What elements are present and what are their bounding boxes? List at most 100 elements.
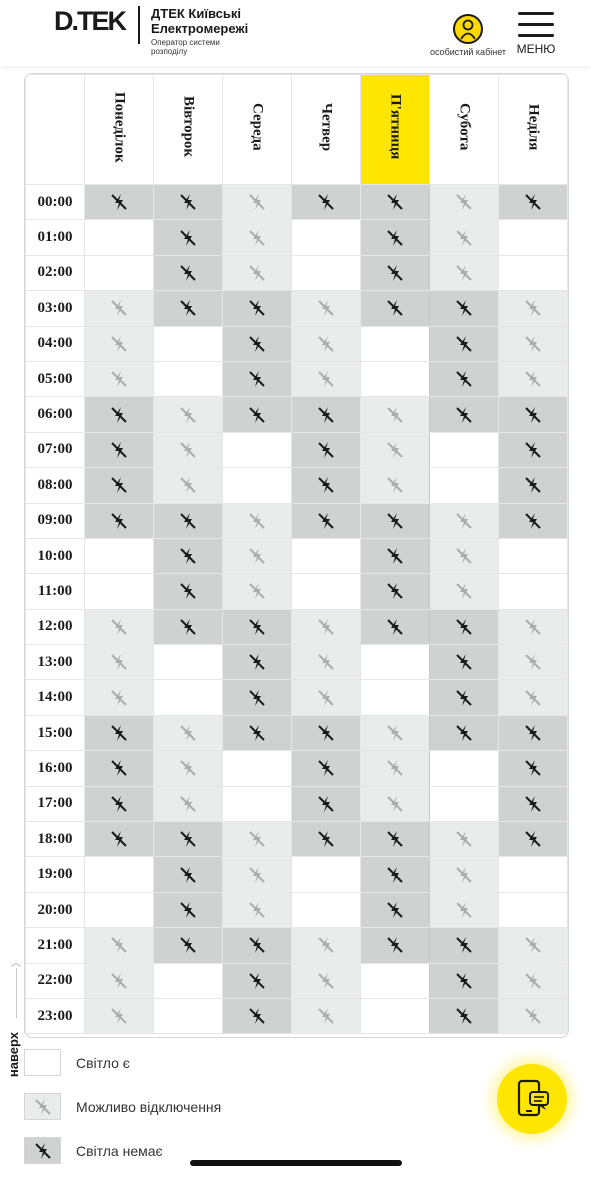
possible-outage-icon [249, 866, 265, 883]
possible-outage-icon [456, 512, 472, 529]
schedule-cell-maybe [498, 290, 568, 327]
schedule-cell-maybe [360, 714, 430, 752]
schedule-body: 00:00 01:00 02:00 03:00 04:00 05:00 06:00 07:00… [25, 183, 568, 1035]
no-power-icon [387, 937, 403, 954]
possible-outage-icon [318, 937, 334, 954]
no-power-icon [387, 902, 403, 918]
schedule-cell-off [498, 714, 568, 752]
outage-schedule-table: Понеділок Вівторок Середа Четвер П'ятниц… [25, 74, 568, 1035]
schedule-cell-maybe [498, 679, 568, 716]
schedule-cell-on [498, 856, 568, 893]
no-power-icon [249, 406, 265, 423]
schedule-cell-maybe [360, 467, 430, 504]
schedule-row: 07:00 [25, 431, 568, 469]
dtek-logo[interactable]: D.TEK [54, 6, 127, 37]
no-power-icon [525, 512, 541, 529]
schedule-cell-on [429, 785, 499, 823]
menu-button[interactable]: МЕНЮ [514, 12, 558, 56]
scroll-to-top-button[interactable]: ︿ наверх [0, 950, 28, 1085]
no-power-icon [456, 371, 472, 388]
no-power-icon [387, 548, 403, 565]
possible-outage-icon [456, 194, 472, 211]
schedule-cell-on [153, 962, 223, 999]
schedule-cell-maybe [429, 219, 499, 256]
possible-outage-icon [249, 548, 265, 565]
day-header: Середа [222, 74, 292, 185]
no-power-icon [111, 512, 127, 529]
schedule-cell-on [222, 750, 292, 787]
no-power-icon [456, 618, 472, 635]
possible-outage-icon [34, 1099, 51, 1115]
schedule-cell-on [153, 360, 223, 398]
no-power-icon [180, 264, 196, 281]
schedule-cell-off [498, 431, 568, 469]
no-power-icon [318, 406, 334, 423]
no-power-icon [525, 406, 541, 423]
schedule-cell-off [222, 290, 292, 327]
schedule-cell-on [84, 219, 154, 256]
schedule-row: 08:00 [25, 467, 568, 504]
schedule-cell-off [222, 644, 292, 681]
possible-outage-icon [318, 371, 334, 388]
possible-outage-icon [111, 689, 127, 706]
no-power-icon [387, 512, 403, 529]
no-power-icon [180, 194, 196, 211]
legend-label-on: Світло є [76, 1055, 130, 1071]
no-power-icon [249, 654, 265, 671]
schedule-cell-on [153, 997, 223, 1035]
time-label: 01:00 [25, 219, 85, 256]
possible-outage-icon [318, 689, 334, 706]
possible-outage-icon [318, 654, 334, 671]
schedule-cell-off [84, 183, 154, 221]
possible-outage-icon [180, 795, 196, 812]
schedule-cell-maybe [222, 891, 292, 929]
schedule-cell-off [222, 997, 292, 1035]
schedule-cell-off [360, 608, 430, 646]
schedule-cell-maybe [153, 785, 223, 823]
schedule-cell-off [498, 396, 568, 433]
no-power-icon [249, 725, 265, 742]
no-power-icon [180, 618, 196, 635]
no-power-icon [525, 795, 541, 812]
schedule-cell-on [153, 679, 223, 716]
possible-outage-icon [111, 335, 127, 352]
possible-outage-icon [180, 725, 196, 742]
schedule-cell-maybe [498, 997, 568, 1035]
no-power-icon [111, 795, 127, 812]
day-header: Четвер [291, 74, 361, 185]
schedule-cell-off [429, 608, 499, 646]
possible-outage-icon [249, 902, 265, 918]
schedule-cell-maybe [429, 183, 499, 221]
time-label: 04:00 [25, 325, 85, 362]
schedule-cell-maybe [360, 396, 430, 433]
schedule-row: 17:00 [25, 785, 568, 823]
schedule-cell-off [291, 396, 361, 433]
no-power-icon [387, 229, 403, 246]
schedule-row: 01:00 [25, 219, 568, 256]
no-power-icon [111, 831, 127, 848]
no-power-icon [111, 725, 127, 742]
possible-outage-icon [111, 1008, 127, 1025]
possible-outage-icon [180, 760, 196, 777]
schedule-cell-maybe [429, 573, 499, 610]
schedule-cell-on [360, 962, 430, 999]
schedule-cell-off [360, 502, 430, 539]
no-power-icon [180, 937, 196, 954]
no-power-icon [318, 512, 334, 529]
possible-outage-icon [387, 795, 403, 812]
scroll-line [16, 968, 17, 1018]
time-label: 02:00 [25, 254, 85, 292]
schedule-cell-off [153, 290, 223, 327]
personal-cabinet-button[interactable]: особистий кабінет [420, 14, 516, 57]
schedule-cell-on [429, 467, 499, 504]
schedule-cell-off [153, 608, 223, 646]
schedule-cell-off [153, 573, 223, 610]
support-chat-button[interactable] [497, 1064, 567, 1134]
possible-outage-icon [525, 654, 541, 671]
home-indicator [190, 1160, 402, 1166]
no-power-icon [318, 795, 334, 812]
time-label: 13:00 [25, 644, 85, 681]
schedule-cell-off [360, 927, 430, 964]
schedule-cell-off [291, 502, 361, 539]
no-power-icon [180, 902, 196, 918]
